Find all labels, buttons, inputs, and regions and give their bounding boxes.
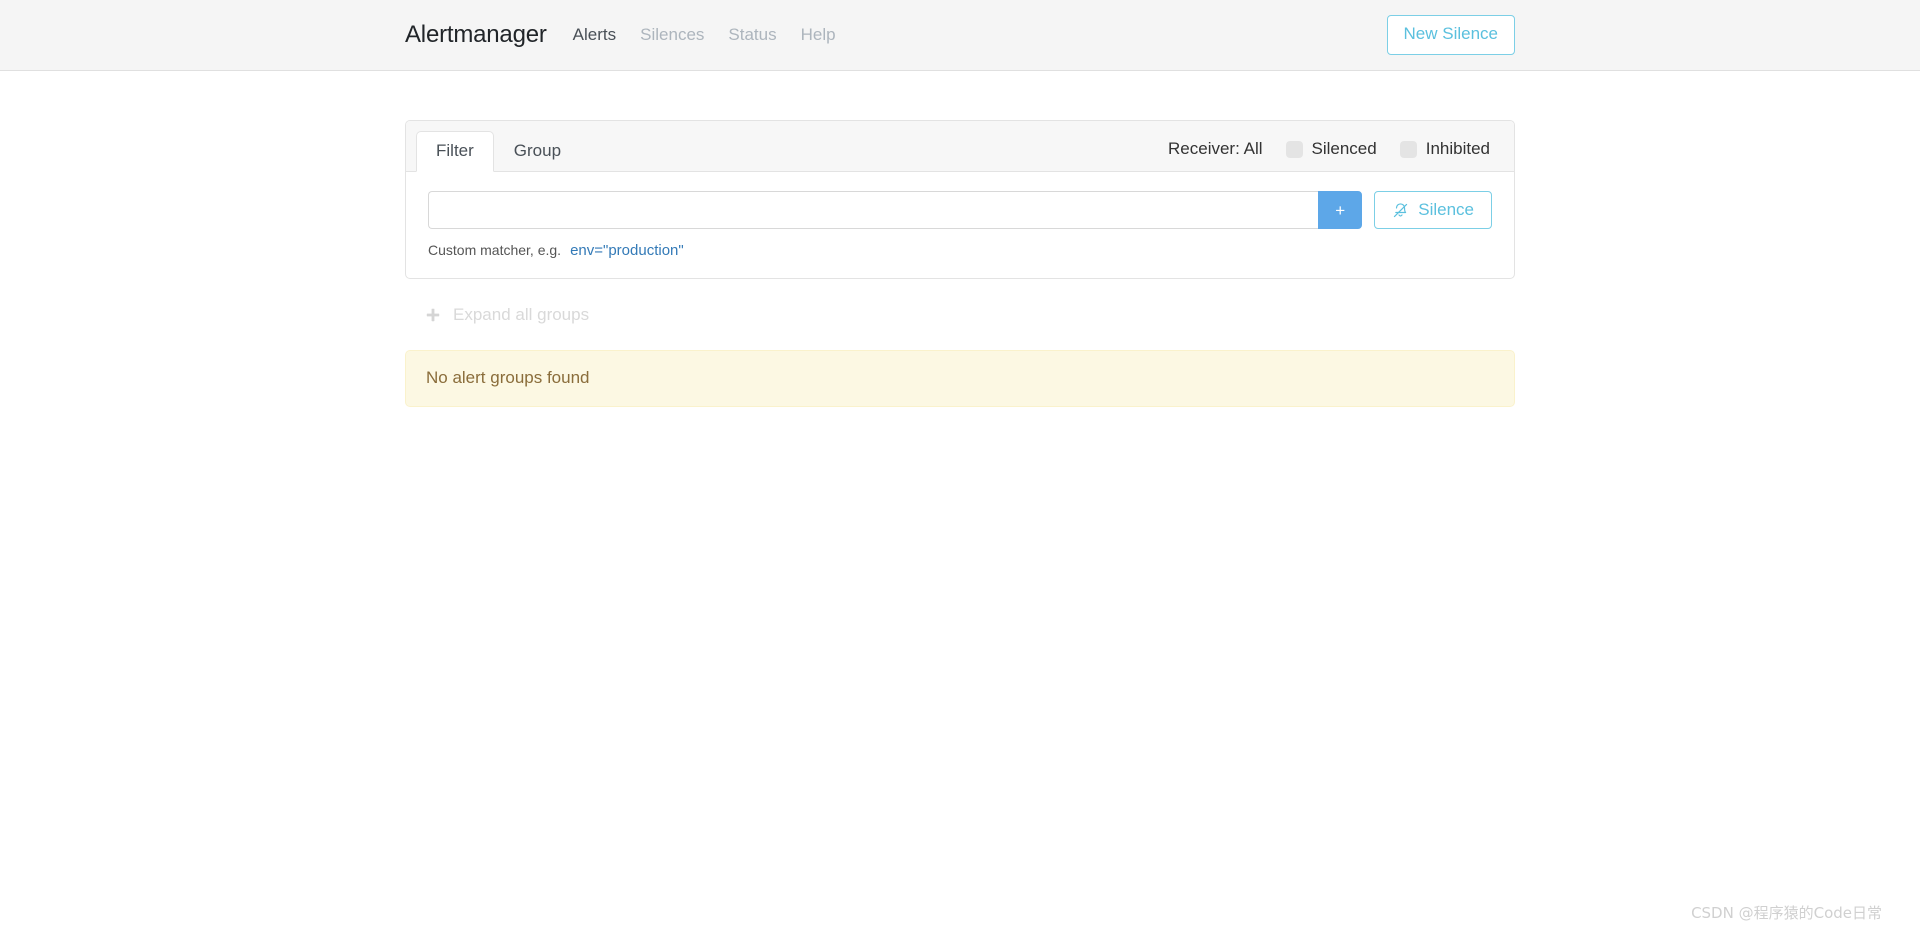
filter-row: + Silence bbox=[428, 191, 1492, 230]
filter-tabs: Filter Group bbox=[416, 130, 581, 173]
inhibited-toggle[interactable]: Inhibited bbox=[1399, 139, 1490, 159]
filter-input-group: + bbox=[428, 191, 1363, 230]
tab-filter[interactable]: Filter bbox=[416, 131, 494, 173]
watermark: CSDN @程序猿的Code日常 bbox=[1691, 904, 1882, 922]
nav-link-silences[interactable]: Silences bbox=[640, 25, 704, 45]
silence-button[interactable]: Silence bbox=[1374, 191, 1492, 230]
navbar-inner: Alertmanager Alerts Silences Status Help… bbox=[405, 0, 1515, 70]
no-alert-groups-message: No alert groups found bbox=[405, 350, 1515, 408]
filter-panel-body: + Silence Custom matcher, e.g. env="prod bbox=[406, 172, 1514, 278]
bell-slash-icon bbox=[1392, 202, 1409, 219]
inhibited-toggle-label: Inhibited bbox=[1425, 139, 1490, 159]
filter-input[interactable] bbox=[428, 191, 1319, 230]
top-navbar: Alertmanager Alerts Silences Status Help… bbox=[0, 0, 1920, 71]
tab-group[interactable]: Group bbox=[494, 131, 581, 172]
filter-header-controls: Receiver: All Silenced Inhibited bbox=[1168, 139, 1490, 171]
plus-icon bbox=[425, 307, 441, 323]
filter-panel: Filter Group Receiver: All Silenced Inhi… bbox=[405, 120, 1515, 280]
silence-button-label: Silence bbox=[1418, 200, 1474, 220]
silenced-toggle-label: Silenced bbox=[1311, 139, 1377, 159]
checkbox-icon[interactable] bbox=[1399, 140, 1417, 158]
receiver-selector[interactable]: Receiver: All bbox=[1168, 139, 1262, 159]
filter-panel-header: Filter Group Receiver: All Silenced Inhi… bbox=[406, 121, 1514, 173]
page-container: Filter Group Receiver: All Silenced Inhi… bbox=[405, 71, 1515, 408]
checkbox-icon[interactable] bbox=[1285, 140, 1303, 158]
new-silence-button[interactable]: New Silence bbox=[1386, 15, 1515, 55]
nav-link-status[interactable]: Status bbox=[728, 25, 776, 45]
nav-link-help[interactable]: Help bbox=[801, 25, 836, 45]
matcher-hint-text: Custom matcher, e.g. bbox=[428, 242, 562, 259]
expand-all-groups-button[interactable]: Expand all groups bbox=[405, 305, 1515, 325]
nav-link-alerts[interactable]: Alerts bbox=[573, 25, 616, 45]
expand-all-groups-label: Expand all groups bbox=[453, 305, 590, 325]
matcher-hint-example: env="production" bbox=[570, 242, 684, 260]
add-matcher-button[interactable]: + bbox=[1318, 191, 1363, 230]
matcher-hint: Custom matcher, e.g. env="production" bbox=[428, 242, 1492, 259]
silenced-toggle[interactable]: Silenced bbox=[1285, 139, 1377, 159]
primary-nav: Alerts Silences Status Help bbox=[573, 25, 836, 45]
navbar-right: New Silence bbox=[1386, 15, 1515, 55]
brand-title[interactable]: Alertmanager bbox=[405, 21, 547, 49]
